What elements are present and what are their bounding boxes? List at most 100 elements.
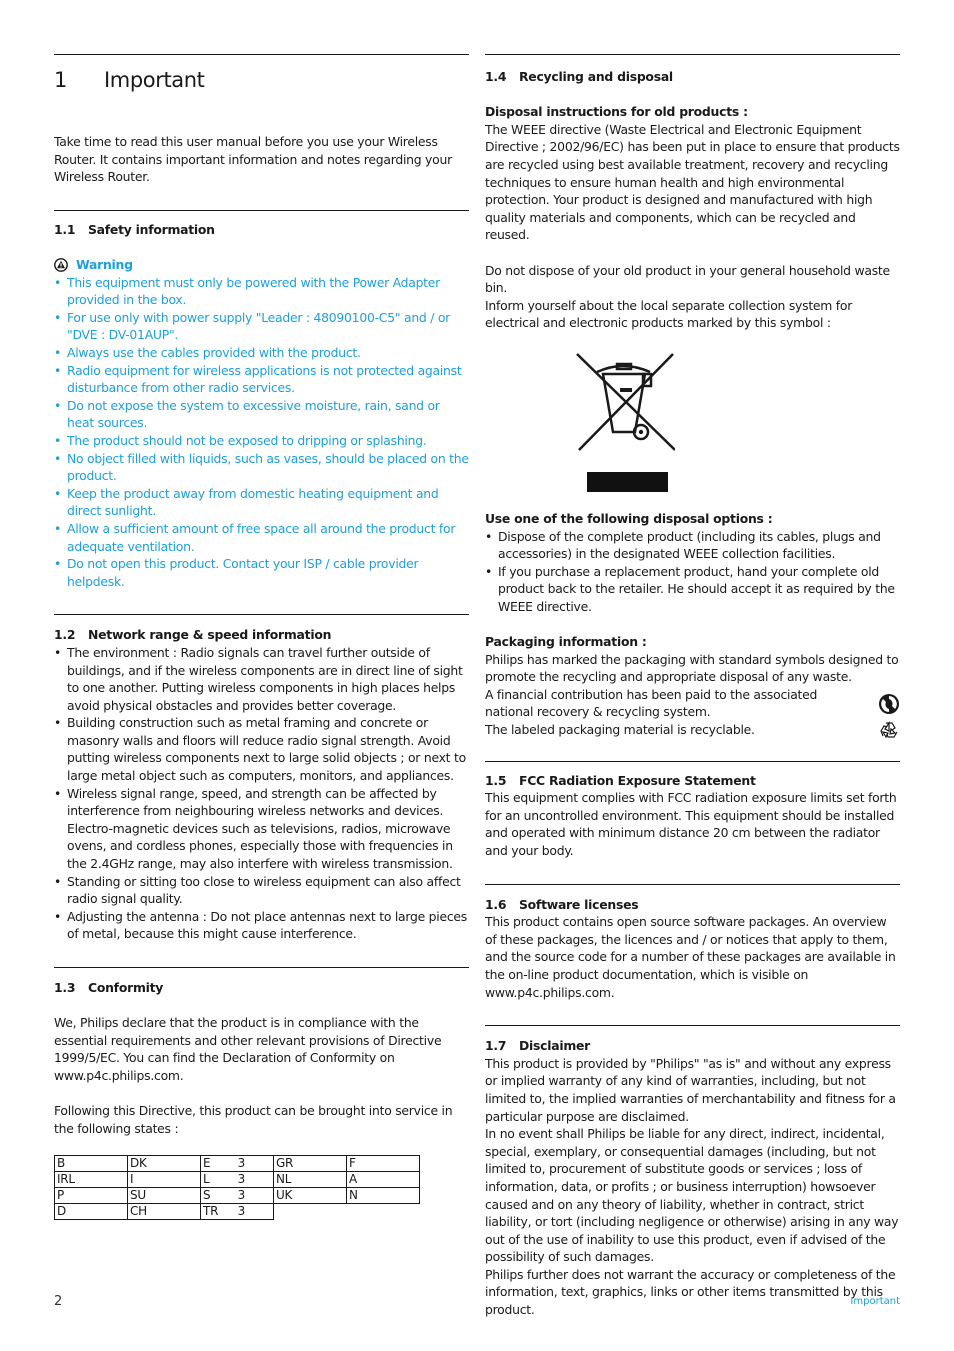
country-cell: SU — [127, 1187, 201, 1205]
list-item: Keep the product away from domestic heat… — [54, 485, 469, 520]
list-item: Wireless signal range, speed, and streng… — [54, 785, 469, 873]
disposal-text-bin: Do not dispose of your old product in yo… — [485, 262, 890, 296]
country-code: SU — [130, 1188, 146, 1203]
country-cell: NL — [273, 1171, 347, 1189]
green-dot-icon — [879, 693, 899, 714]
country-cell-content: GR — [276, 1156, 344, 1171]
footer-section-name: Important — [850, 1296, 900, 1307]
country-cell-content: N — [349, 1188, 417, 1203]
software-text: This product contains open source softwa… — [485, 914, 896, 1000]
network-list: The environment : Radio signals can trav… — [54, 644, 469, 943]
section-number: 1.6 — [485, 896, 507, 912]
crossed-out-wheelie-bin-icon — [576, 353, 675, 492]
intro-text: Take time to read this user manual befor… — [54, 134, 452, 185]
country-cell-content: L3 — [203, 1172, 271, 1187]
states-table: B DK E 3 GR F IRL I L 3 NL A P SU S 3 UK N D CH TR 3 — [54, 1155, 420, 1221]
chapter-title: 1 Important — [54, 67, 469, 93]
recycle-icon — [880, 721, 898, 739]
section-heading-disclaimer: 1.7 Disclaimer — [485, 1037, 900, 1055]
country-cell: DK — [127, 1155, 201, 1173]
list-item: This equipment must only be powered with… — [54, 274, 469, 309]
country-cell-content: CH — [130, 1204, 198, 1219]
section-heading-software: 1.6 Software licenses — [485, 896, 900, 914]
packaging-text-recyclable: The labeled packaging material is recycl… — [485, 722, 755, 738]
country-code: S — [203, 1188, 211, 1203]
fcc-text: This equipment complies with FCC radiati… — [485, 790, 897, 858]
country-cell: IRL — [54, 1171, 128, 1189]
section-title: FCC Radiation Exposure Statement — [519, 772, 756, 788]
country-cell-content: B — [57, 1156, 125, 1171]
section-heading-safety: 1.1 Safety information — [54, 221, 469, 239]
list-item: No object filled with liquids, such as v… — [54, 450, 469, 485]
section-number: 1.7 — [485, 1038, 507, 1054]
list-item: Do not expose the system to excessive mo… — [54, 397, 469, 432]
warning-heading: Warning — [54, 256, 469, 274]
section-title: Network range & speed information — [88, 627, 332, 643]
list-item: Standing or sitting too close to wireles… — [54, 873, 469, 908]
packaging-text-contribution: A financial contribution has been paid t… — [485, 686, 818, 720]
country-cell: E3 — [200, 1155, 274, 1173]
country-cell-content: NL — [276, 1172, 344, 1187]
country-cell: B — [54, 1155, 128, 1173]
page-number: 2 — [54, 1294, 63, 1309]
list-item: Always use the cables provided with the … — [54, 344, 469, 362]
country-cell: GR — [273, 1155, 347, 1173]
country-cell: TR 3 — [200, 1203, 274, 1221]
packaging-text: Philips has marked the packaging with st… — [485, 651, 899, 685]
states-table-row: B DK E 3 GR F — [54, 1155, 420, 1173]
conformity-states-intro: Following this Directive, this product c… — [54, 1103, 453, 1136]
country-cell: S3 — [200, 1187, 274, 1205]
country-cell-content: UK — [276, 1188, 344, 1203]
country-code: N — [349, 1188, 358, 1203]
section-title: Software licenses — [519, 896, 639, 912]
list-item: Allow a sufficient amount of free space … — [54, 520, 469, 555]
warning-title: Warning — [76, 257, 133, 273]
packaging-row-recyclable: The labeled packaging material is recycl… — [485, 721, 900, 739]
country-code: I — [130, 1172, 134, 1187]
country-note: 3 — [237, 1156, 246, 1171]
country-code: L — [203, 1172, 210, 1187]
packaging-heading: Packaging information : — [485, 634, 647, 650]
country-code: DK — [130, 1156, 147, 1171]
list-item: For use only with power supply "Leader :… — [54, 309, 469, 344]
country-code: B — [57, 1156, 65, 1171]
country-cell: D — [54, 1203, 128, 1221]
section-heading-fcc: 1.5 FCC Radiation Exposure Statement — [485, 772, 900, 790]
section-number: 1.1 — [54, 221, 76, 237]
country-cell-content: IRL — [57, 1172, 125, 1187]
right-column: 1.4 Recycling and disposal Disposal inst… — [485, 54, 900, 1319]
disposal-text-collection: Inform yourself about the local separate… — [485, 297, 853, 331]
country-code: UK — [276, 1188, 293, 1203]
country-code: A — [349, 1172, 357, 1187]
states-table-row: D CH TR 3 — [54, 1203, 420, 1221]
country-cell-content: F — [349, 1156, 417, 1171]
section-title: Recycling and disposal — [519, 69, 673, 84]
section-number: 1.4 — [485, 69, 507, 84]
warning-list: This equipment must only be powered with… — [54, 274, 469, 591]
states-table-row: P SU S 3 UK N — [54, 1187, 420, 1205]
country-cell: I — [127, 1171, 201, 1189]
country-cell-content: P — [57, 1188, 125, 1203]
list-item: Radio equipment for wireless application… — [54, 362, 469, 397]
country-cell-content: D — [57, 1204, 125, 1219]
country-cell: P — [54, 1187, 128, 1205]
country-code: CH — [130, 1204, 147, 1219]
disclaimer-text-3: Philips further does not warrant the acc… — [485, 1266, 896, 1318]
country-cell: L3 — [200, 1171, 274, 1189]
country-code: IRL — [57, 1172, 75, 1187]
section-number: 1.2 — [54, 627, 76, 643]
country-cell-content: A — [349, 1172, 417, 1187]
country-cell: F — [346, 1155, 420, 1173]
country-code: GR — [276, 1156, 294, 1171]
chapter-number: 1 — [54, 68, 67, 92]
packaging-row-green-dot: A financial contribution has been paid t… — [485, 686, 900, 721]
disposal-heading: Disposal instructions for old products : — [485, 104, 748, 120]
section-title: Safety information — [88, 221, 215, 237]
country-cell: UK — [273, 1187, 347, 1205]
country-code: F — [349, 1156, 356, 1171]
list-item: Building construction such as metal fram… — [54, 714, 469, 784]
list-item: Do not open this product. Contact your I… — [54, 555, 469, 590]
country-note: 3 — [237, 1188, 246, 1203]
list-item: The environment : Radio signals can trav… — [54, 644, 469, 714]
country-cell: N — [346, 1187, 420, 1205]
